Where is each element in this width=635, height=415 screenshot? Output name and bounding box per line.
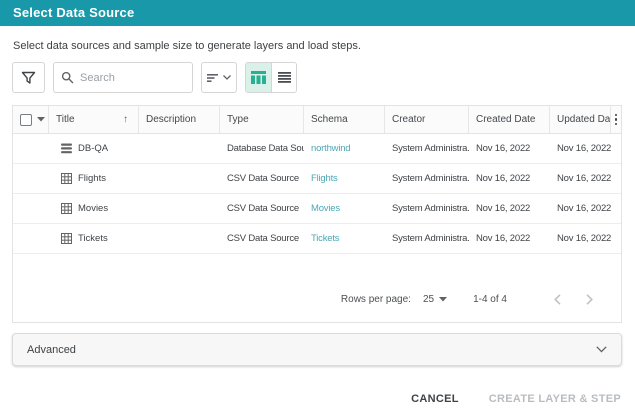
next-page-button[interactable] xyxy=(577,288,601,312)
column-view-toggle[interactable] xyxy=(246,63,271,92)
table-row[interactable]: Movies CSV Data Source Movies System Adm… xyxy=(13,194,621,224)
rows-per-page-label: Rows per page: xyxy=(341,294,411,305)
column-header-creator[interactable]: Creator xyxy=(385,106,469,133)
search-icon xyxy=(61,71,74,84)
row-checkbox-cell xyxy=(13,224,49,253)
select-menu-caret-icon[interactable] xyxy=(37,117,45,122)
row-created-date-cell: Nov 16, 2022 xyxy=(469,194,550,223)
row-checkbox-cell xyxy=(13,134,49,163)
create-layer-step-button[interactable]: CREATE LAYER & STEP xyxy=(487,387,623,411)
chevron-down-icon xyxy=(596,346,607,353)
table-row[interactable]: Flights CSV Data Source Flights System A… xyxy=(13,164,621,194)
filter-funnel-icon xyxy=(21,71,36,85)
row-created-date-cell: Nov 16, 2022 xyxy=(469,164,550,193)
search-box[interactable] xyxy=(53,62,193,93)
dialog-footer: CANCEL CREATE LAYER & STEP xyxy=(409,387,623,411)
select-data-source-dialog: Select Data Source Select data sources a… xyxy=(0,0,635,415)
table-row[interactable]: DB-QA Database Data Sou... northwind Sys… xyxy=(13,134,621,164)
column-view-icon xyxy=(251,71,266,84)
row-description-cell xyxy=(139,194,220,223)
row-updated-date-cell: Nov 16, 2022 xyxy=(550,164,611,193)
row-description-cell xyxy=(139,224,220,253)
row-creator-cell: System Administra... xyxy=(385,194,469,223)
row-type-cell: CSV Data Source xyxy=(220,194,304,223)
previous-page-button[interactable] xyxy=(545,288,569,312)
row-updated-date-cell: Nov 16, 2022 xyxy=(550,134,611,163)
grid-icon xyxy=(61,203,72,214)
row-checkbox-cell xyxy=(13,194,49,223)
table-menu-button[interactable] xyxy=(611,106,621,133)
list-view-toggle[interactable] xyxy=(271,63,296,92)
sort-button[interactable] xyxy=(201,62,237,93)
schema-link[interactable]: Flights xyxy=(311,173,338,184)
column-header-title[interactable]: Title ↑ xyxy=(49,106,139,133)
dialog-description: Select data sources and sample size to g… xyxy=(13,40,361,52)
sort-lines-icon xyxy=(207,73,219,83)
grid-icon xyxy=(61,173,72,184)
chevron-down-icon xyxy=(439,297,447,302)
pagination-range: 1-4 of 4 xyxy=(473,294,507,305)
cancel-button[interactable]: CANCEL xyxy=(409,387,461,411)
row-creator-cell: System Administra... xyxy=(385,224,469,253)
dialog-title: Select Data Source xyxy=(0,0,635,26)
row-type-cell: CSV Data Source xyxy=(220,224,304,253)
filter-button[interactable] xyxy=(12,62,45,93)
row-title-cell: Movies xyxy=(49,194,139,223)
row-checkbox-cell xyxy=(13,164,49,193)
row-updated-date-cell: Nov 16, 2022 xyxy=(550,224,611,253)
row-title-cell: DB-QA xyxy=(49,134,139,163)
schema-link[interactable]: northwind xyxy=(311,143,350,154)
sort-ascending-icon: ↑ xyxy=(123,114,128,125)
row-title-cell: Flights xyxy=(49,164,139,193)
view-toggle-group xyxy=(245,62,297,93)
column-header-type[interactable]: Type xyxy=(220,106,304,133)
row-updated-date-cell: Nov 16, 2022 xyxy=(550,194,611,223)
row-created-date-cell: Nov 16, 2022 xyxy=(469,134,550,163)
select-all-checkbox[interactable] xyxy=(20,114,32,126)
select-all-header xyxy=(13,106,49,133)
pagination-bar: Rows per page: 25 1-4 of 4 xyxy=(13,277,621,322)
row-description-cell xyxy=(139,134,220,163)
database-icon xyxy=(61,143,72,154)
chevron-down-icon xyxy=(223,75,231,80)
row-title-cell: Tickets xyxy=(49,224,139,253)
row-type-cell: Database Data Sou... xyxy=(220,134,304,163)
table-row[interactable]: Tickets CSV Data Source Tickets System A… xyxy=(13,224,621,254)
column-header-updated-date[interactable]: Updated Date xyxy=(550,106,611,133)
table-header-row: Title ↑ Description Type Schema Creator … xyxy=(13,106,621,134)
row-created-date-cell: Nov 16, 2022 xyxy=(469,224,550,253)
column-header-schema[interactable]: Schema xyxy=(304,106,385,133)
advanced-panel-toggle[interactable]: Advanced xyxy=(12,333,622,366)
row-creator-cell: System Administra... xyxy=(385,134,469,163)
advanced-label: Advanced xyxy=(27,344,76,356)
schema-link[interactable]: Movies xyxy=(311,203,340,214)
list-view-icon xyxy=(278,72,291,83)
row-type-cell: CSV Data Source xyxy=(220,164,304,193)
row-creator-cell: System Administra... xyxy=(385,164,469,193)
search-input[interactable] xyxy=(80,72,185,84)
row-description-cell xyxy=(139,164,220,193)
toolbar xyxy=(12,62,297,93)
column-header-created-date[interactable]: Created Date xyxy=(469,106,550,133)
schema-link[interactable]: Tickets xyxy=(311,233,339,244)
column-header-description[interactable]: Description xyxy=(139,106,220,133)
kebab-menu-icon xyxy=(615,114,618,126)
data-source-table: Title ↑ Description Type Schema Creator … xyxy=(12,105,622,323)
grid-icon xyxy=(61,233,72,244)
rows-per-page-select[interactable]: 25 xyxy=(423,294,447,305)
